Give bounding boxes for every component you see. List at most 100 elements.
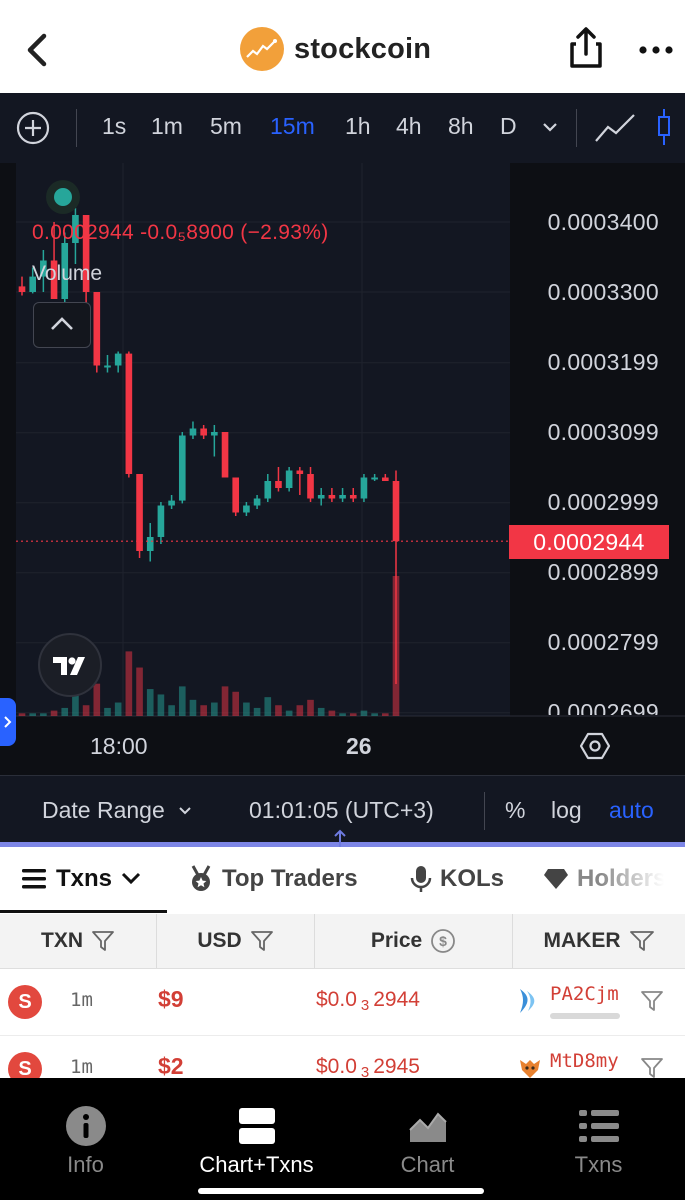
legend-price-change: 0.0002944 -0.0₅8900 (−2.93%) (32, 221, 329, 244)
chevron-left-icon (27, 33, 47, 67)
candle-body (317, 495, 325, 499)
nav-chart[interactable]: Chart (342, 1078, 513, 1200)
volume-bar (157, 694, 165, 716)
area-chart-icon (406, 1104, 450, 1148)
info-icon (64, 1104, 108, 1148)
volume-bar (200, 705, 207, 716)
volume-bar (307, 699, 314, 716)
timeframe-5m[interactable]: 5m (210, 113, 242, 140)
nav-label: Info (67, 1152, 104, 1177)
filter-icon (92, 931, 114, 951)
volume-bar (296, 705, 304, 716)
collapse-legend-button[interactable] (33, 302, 91, 348)
timeframe-1m[interactable]: 1m (151, 113, 183, 140)
candle-body (18, 286, 26, 292)
column-txn[interactable]: TXN (0, 914, 157, 968)
share-icon (570, 27, 602, 68)
tabs-overflow-fade (600, 847, 685, 913)
candle-body (307, 474, 314, 499)
nav-label: Chart (400, 1152, 455, 1177)
timeframe-dropdown[interactable] (540, 117, 560, 137)
dollar-circle-icon: $ (431, 929, 456, 953)
timeframe-1h[interactable]: 1h (345, 113, 371, 140)
candle-body (200, 428, 207, 436)
auto-scale-toggle[interactable]: auto (609, 797, 654, 824)
add-indicator-button[interactable] (16, 111, 50, 145)
filter-maker-button[interactable] (640, 989, 664, 1013)
timezone-clock[interactable]: 01:01:05 (UTC+3) (249, 797, 434, 824)
tradingview-logo[interactable] (38, 633, 102, 697)
candle-body (264, 481, 272, 499)
percent-scale-toggle[interactable]: % (505, 797, 525, 824)
candle-body (296, 470, 304, 474)
candle-body (93, 292, 101, 366)
candle-body (211, 432, 218, 436)
txn-table-header: TXN USD Price $ MAKER (0, 914, 685, 969)
line-chart-icon (595, 114, 635, 142)
date-range-dropdown[interactable]: Date Range (42, 797, 193, 824)
candle-body (157, 505, 165, 537)
nav-info[interactable]: Info (0, 1078, 171, 1200)
column-header-label: MAKER (543, 929, 621, 952)
volume-bar (360, 710, 368, 716)
volume-bar (29, 713, 36, 716)
price-axis-label: 0.0002999 (547, 489, 659, 515)
volume-bar (125, 651, 133, 716)
candle-body (371, 477, 378, 480)
column-price[interactable]: Price $ (315, 914, 513, 968)
candle-body (339, 495, 346, 499)
maker-address[interactable]: MtD8my (550, 1050, 619, 1072)
candle-body (285, 470, 293, 488)
volume-bar (285, 710, 293, 716)
chevron-down-icon (121, 872, 141, 885)
back-button[interactable] (20, 30, 56, 70)
volume-bar (178, 686, 186, 716)
plus-circle-icon (16, 111, 50, 145)
time-axis-label: 26 (346, 733, 372, 759)
candle-chart-type-button[interactable] (656, 107, 672, 147)
candle-body (243, 505, 250, 513)
tab-kols[interactable]: KOLs (410, 847, 504, 911)
more-options-button[interactable] (636, 30, 676, 70)
timeframe-d[interactable]: D (500, 113, 517, 140)
timeframe-1s[interactable]: 1s (102, 113, 126, 140)
timeframe-4h[interactable]: 4h (396, 113, 422, 140)
candle-body (136, 474, 143, 551)
nav-chart-txns[interactable]: Chart+Txns (171, 1078, 342, 1200)
volume-bar (275, 705, 282, 716)
share-button[interactable] (566, 26, 606, 70)
wing-icon (518, 987, 542, 1015)
timeframe-15m[interactable]: 15m (270, 113, 315, 140)
more-horizontal-icon (639, 46, 673, 54)
nav-label: Chart+Txns (199, 1152, 314, 1177)
toolbar-divider (576, 109, 577, 147)
column-header-label: Price (370, 929, 423, 952)
plot-background (16, 163, 510, 716)
drawing-toolbar-toggle[interactable] (0, 698, 16, 746)
log-scale-toggle[interactable]: log (551, 797, 582, 824)
column-usd[interactable]: USD (157, 914, 315, 968)
tab-txns[interactable]: Txns (22, 847, 142, 911)
line-chart-type-button[interactable] (594, 111, 636, 145)
chart-toolbar: 1s 1m 5m 15m 1h 4h 8h D (0, 93, 685, 164)
candle-body (232, 477, 240, 513)
column-maker[interactable]: MAKER (513, 914, 685, 968)
candle-body (178, 435, 186, 501)
chevron-down-icon (543, 123, 557, 132)
medal-icon (191, 865, 211, 891)
chart-settings-button[interactable] (579, 731, 611, 761)
tab-top-traders[interactable]: Top Traders (188, 847, 358, 911)
volume-bar (349, 713, 357, 716)
timeframe-8h[interactable]: 8h (448, 113, 474, 140)
nav-txns[interactable]: Txns (513, 1078, 684, 1200)
table-row[interactable]: S 1m $9 $0.0 3 2944 PA2Cjm (0, 969, 685, 1036)
candle-body (349, 495, 357, 499)
filter-maker-button[interactable] (640, 1056, 664, 1080)
maker-address[interactable]: PA2Cjm (550, 983, 619, 1005)
diamond-icon (544, 869, 568, 889)
price-chart[interactable] (0, 163, 685, 775)
range-divider (484, 792, 485, 830)
volume-bar (232, 691, 240, 716)
candle-body (253, 498, 261, 506)
token-logo-icon (240, 27, 284, 71)
